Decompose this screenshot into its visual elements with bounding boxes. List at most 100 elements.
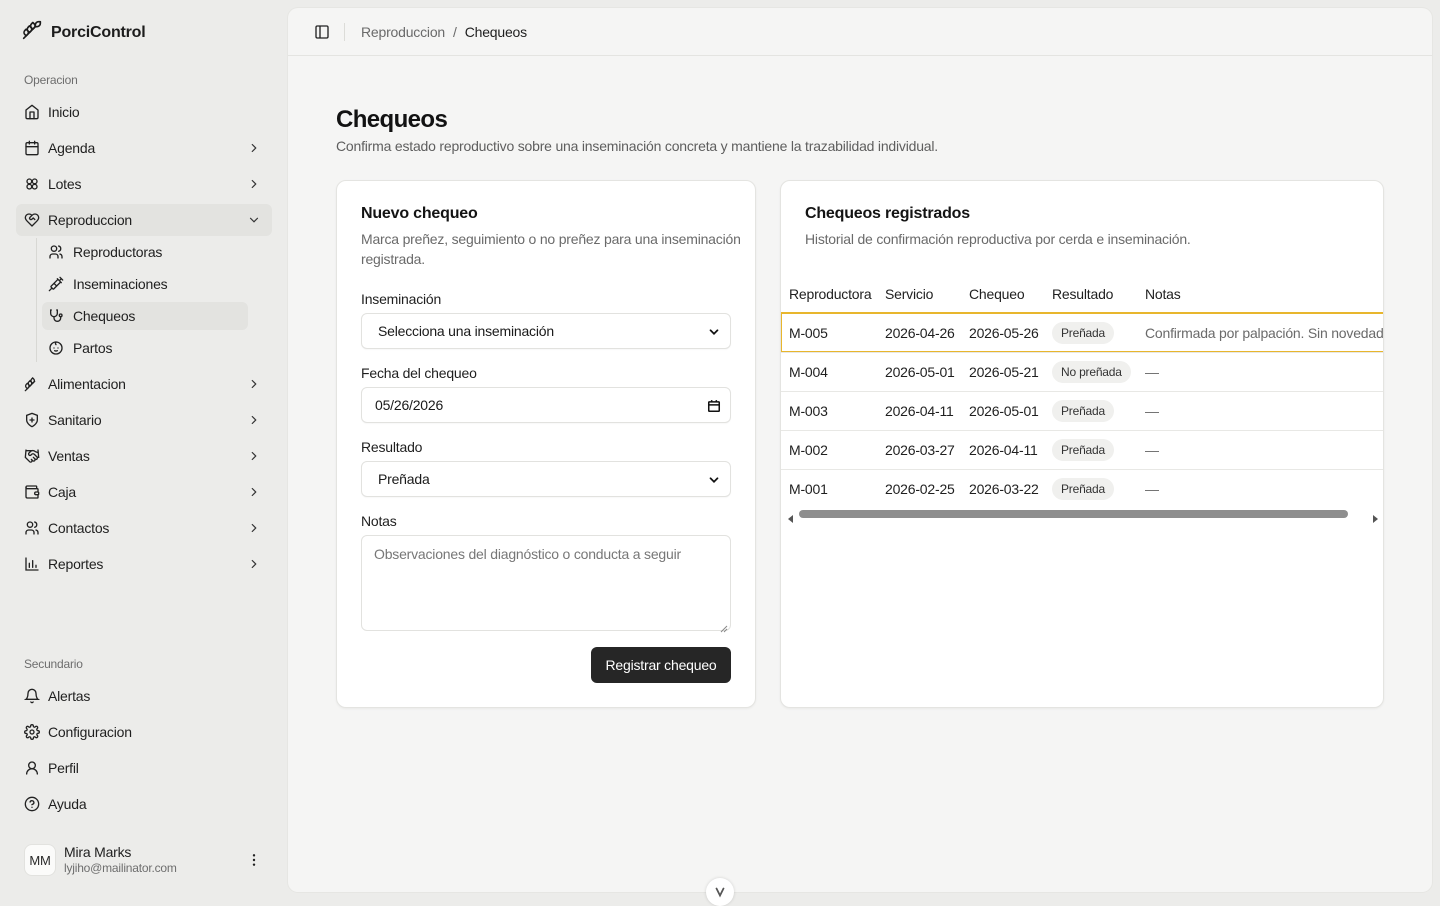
submenu-guide xyxy=(36,238,37,362)
home-icon xyxy=(24,104,40,120)
sidebar-subitem-reproductoras[interactable]: Reproductoras xyxy=(42,238,248,266)
sidebar-item-ayuda[interactable]: Ayuda xyxy=(16,788,272,820)
user-email: lyjiho@mailinator.com xyxy=(64,861,177,875)
status-badge: Preñada xyxy=(1052,439,1114,461)
chevron-down-icon xyxy=(706,472,722,488)
user-profile[interactable]: MM Mira Marks lyjiho@mailinator.com xyxy=(16,836,272,884)
chevron-right-icon xyxy=(246,556,262,572)
sidebar-subitem-inseminaciones[interactable]: Inseminaciones xyxy=(42,270,248,298)
stethoscope-icon xyxy=(48,308,64,324)
chevron-right-icon xyxy=(246,376,262,392)
notes-placeholder: Observaciones del diagnóstico o conducta… xyxy=(374,546,681,562)
user-icon xyxy=(24,760,40,776)
result-select[interactable]: Preñada xyxy=(361,461,731,497)
avatar: MM xyxy=(24,844,56,876)
breadcrumb-parent[interactable]: Reproduccion xyxy=(361,24,445,40)
cell-notas: — xyxy=(1145,403,1159,419)
scroll-down-icon[interactable] xyxy=(706,878,734,906)
table-row[interactable]: M-004 2026-05-01 2026-05-21 No preñada — xyxy=(781,352,1383,391)
resize-handle-icon[interactable] xyxy=(720,620,728,633)
wallet-icon xyxy=(24,484,40,500)
column-header: Servicio xyxy=(885,286,934,302)
sidebar-item-label: Configuracion xyxy=(48,724,132,740)
sidebar-subitem-chequeos[interactable]: Chequeos xyxy=(42,302,248,330)
group-label-secundario: Secundario xyxy=(24,657,83,671)
sidebar-item-reproduccion[interactable]: Reproduccion xyxy=(16,204,272,236)
sidebar-item-label: Lotes xyxy=(48,176,82,192)
breadcrumb: Reproduccion / Chequeos xyxy=(361,24,527,40)
column-header: Notas xyxy=(1145,286,1181,302)
card-title: Chequeos registrados xyxy=(805,205,970,222)
shield-plus-icon xyxy=(24,412,40,428)
gear-icon xyxy=(24,724,40,740)
cell-servicio: 2026-05-01 xyxy=(885,364,955,380)
check-date-input[interactable]: 05/26/2026 xyxy=(361,387,731,423)
cell-chequeo: 2026-04-11 xyxy=(969,442,1038,458)
sidebar-item-label: Reportes xyxy=(48,556,104,572)
cell-reproductora: M-005 xyxy=(789,325,828,341)
table-row[interactable]: M-005 2026-04-26 2026-05-26 Preñada Conf… xyxy=(781,312,1384,353)
main-content: Reproduccion / Chequeos Chequeos Confirm… xyxy=(288,8,1432,892)
brand[interactable]: PorciControl xyxy=(22,20,146,45)
notes-label: Notas xyxy=(361,513,397,529)
chevron-right-icon xyxy=(246,484,262,500)
sidebar-subitem-label: Partos xyxy=(73,340,113,356)
cell-reproductora: M-003 xyxy=(789,403,828,419)
horizontal-scrollbar[interactable] xyxy=(781,508,1383,523)
cell-servicio: 2026-04-26 xyxy=(885,325,955,341)
insemination-select-value: Selecciona una inseminación xyxy=(378,323,554,339)
scroll-left-arrow-icon[interactable] xyxy=(787,510,795,526)
table-row[interactable]: M-002 2026-03-27 2026-04-11 Preñada — xyxy=(781,430,1383,469)
insemination-select[interactable]: Selecciona una inseminación xyxy=(361,313,731,349)
sidebar-item-contactos[interactable]: Contactos xyxy=(16,512,272,544)
notes-textarea[interactable]: Observaciones del diagnóstico o conducta… xyxy=(361,535,731,633)
sidebar-item-sanitario[interactable]: Sanitario xyxy=(16,404,272,436)
page-subtitle: Confirma estado reproductivo sobre una i… xyxy=(336,138,938,154)
sidebar-item-agenda[interactable]: Agenda xyxy=(16,132,272,164)
bell-icon xyxy=(24,688,40,704)
cell-notas: Confirmada por palpación. Sin novedade xyxy=(1145,325,1384,341)
cell-chequeo: 2026-05-26 xyxy=(969,325,1039,341)
cell-servicio: 2026-03-27 xyxy=(885,442,955,458)
table-header: Reproductora Servicio Chequeo Resultado … xyxy=(781,277,1383,313)
cell-reproductora: M-004 xyxy=(789,364,828,380)
table-row[interactable]: M-001 2026-02-25 2026-03-22 Preñada — xyxy=(781,469,1383,508)
sidebar-item-perfil[interactable]: Perfil xyxy=(16,752,272,784)
sidebar-item-ventas[interactable]: Ventas xyxy=(16,440,272,472)
pig-logo-icon xyxy=(22,20,42,45)
register-check-button[interactable]: Registrar chequeo xyxy=(591,647,731,683)
chevron-right-icon xyxy=(246,176,262,192)
cell-chequeo: 2026-05-21 xyxy=(969,364,1039,380)
heart-handshake-icon xyxy=(24,212,40,228)
sidebar-item-lotes[interactable]: Lotes xyxy=(16,168,272,200)
sidebar-item-configuracion[interactable]: Configuracion xyxy=(16,716,272,748)
handshake-icon xyxy=(24,448,40,464)
bar-chart-icon xyxy=(24,556,40,572)
status-badge: No preñada xyxy=(1052,361,1131,383)
sidebar-item-label: Alertas xyxy=(48,688,91,704)
wheat-icon xyxy=(24,376,40,392)
cell-notas: — xyxy=(1145,481,1159,497)
scrollbar-thumb[interactable] xyxy=(799,510,1348,518)
scroll-right-arrow-icon[interactable] xyxy=(1371,510,1379,526)
group-label-operacion: Operacion xyxy=(24,73,78,87)
cell-chequeo: 2026-03-22 xyxy=(969,481,1039,497)
column-header: Resultado xyxy=(1052,286,1114,302)
chevron-right-icon xyxy=(246,140,262,156)
sidebar-item-inicio[interactable]: Inicio xyxy=(16,96,272,128)
sidebar-toggle-icon[interactable] xyxy=(312,22,332,42)
card-description: Historial de confirmación reproductiva p… xyxy=(805,231,1191,247)
baby-icon xyxy=(48,340,64,356)
check-date-value: 05/26/2026 xyxy=(375,397,444,413)
cell-reproductora: M-001 xyxy=(789,481,828,497)
sidebar-item-alimentacion[interactable]: Alimentacion xyxy=(16,368,272,400)
sidebar-item-alertas[interactable]: Alertas xyxy=(16,680,272,712)
calendar-icon[interactable] xyxy=(706,398,722,414)
sidebar-item-caja[interactable]: Caja xyxy=(16,476,272,508)
help-circle-icon xyxy=(24,796,40,812)
more-vertical-icon[interactable] xyxy=(246,852,262,868)
status-badge: Preñada xyxy=(1052,322,1114,344)
sidebar-item-reportes[interactable]: Reportes xyxy=(16,548,272,580)
table-row[interactable]: M-003 2026-04-11 2026-05-01 Preñada — xyxy=(781,391,1383,430)
sidebar-subitem-partos[interactable]: Partos xyxy=(42,334,248,362)
